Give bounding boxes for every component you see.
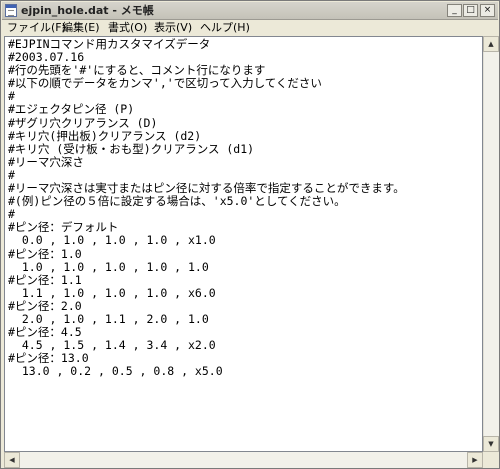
text-line: #ザグリ穴クリアランス (D) <box>8 115 158 130</box>
text-line: #キリ穴(押出板)クリアランス (d2) <box>8 128 202 143</box>
title-bar[interactable]: ejpin_hole.dat - メモ帳 _ □ × <box>2 2 498 20</box>
vertical-scrollbar[interactable]: ▲ ▼ <box>483 36 499 452</box>
text-line: 0.0 , 1.0 , 1.0 , 1.0 , x1.0 <box>8 233 216 248</box>
text-line: #(例)ピン径の５倍に設定する場合は、'x5.0'としてください。 <box>8 194 346 209</box>
notepad-icon[interactable] <box>5 4 17 17</box>
text-line: #キリ穴 (受け板・おも型)クリアランス (d1) <box>8 141 255 156</box>
menu-format[interactable]: 書式(O) <box>108 21 147 34</box>
close-button[interactable]: × <box>480 4 495 17</box>
scroll-up-button[interactable]: ▲ <box>483 36 499 52</box>
menu-view[interactable]: 表示(V) <box>154 21 192 34</box>
text-editor-area[interactable]: #EJPINコマンド用カスタマイズデータ #2003.07.16 #行の先頭を'#'… <box>4 36 483 452</box>
text-line: #ピン径：1.0 <box>8 246 82 261</box>
text-line: 13.0 , 0.2 , 0.5 , 0.8 , x5.0 <box>8 364 223 379</box>
menu-help[interactable]: ヘルプ(H) <box>200 21 250 34</box>
menu-edit[interactable]: 編集(E) <box>62 21 100 34</box>
horizontal-scrollbar[interactable]: ◀ ▶ <box>4 452 483 468</box>
text-line: 1.1 , 1.0 , 1.0 , 1.0 , x6.0 <box>8 285 216 300</box>
text-line: #以下の順でデータをカンマ','で区切って入力してください <box>8 76 322 91</box>
minimize-button[interactable]: _ <box>447 4 462 17</box>
scroll-right-button[interactable]: ▶ <box>467 452 483 468</box>
text-line: #リーマ穴深さ <box>8 154 84 169</box>
scroll-down-button[interactable]: ▼ <box>483 436 499 452</box>
text-line: #ピン径：2.0 <box>8 298 82 313</box>
notepad-window: ejpin_hole.dat - メモ帳 _ □ × ファイル(F) 編集(E)… <box>0 0 500 469</box>
scrollbar-corner <box>483 452 499 468</box>
window-title: ejpin_hole.dat - メモ帳 <box>21 4 154 17</box>
maximize-button[interactable]: □ <box>463 4 478 17</box>
text-line: #ピン径：1.1 <box>8 272 82 287</box>
text-line: 1.0 , 1.0 , 1.0 , 1.0 , 1.0 <box>8 259 209 274</box>
menu-file[interactable]: ファイル(F) <box>7 21 66 34</box>
scroll-left-button[interactable]: ◀ <box>4 452 20 468</box>
text-line: #エジェクタピン径 (P) <box>8 102 135 117</box>
menu-bar: ファイル(F) 編集(E) 書式(O) 表示(V) ヘルプ(H) <box>2 20 498 35</box>
document-text: #EJPINコマンド用カスタマイズデータ #2003.07.16 #行の先頭を'#'… <box>8 37 405 379</box>
